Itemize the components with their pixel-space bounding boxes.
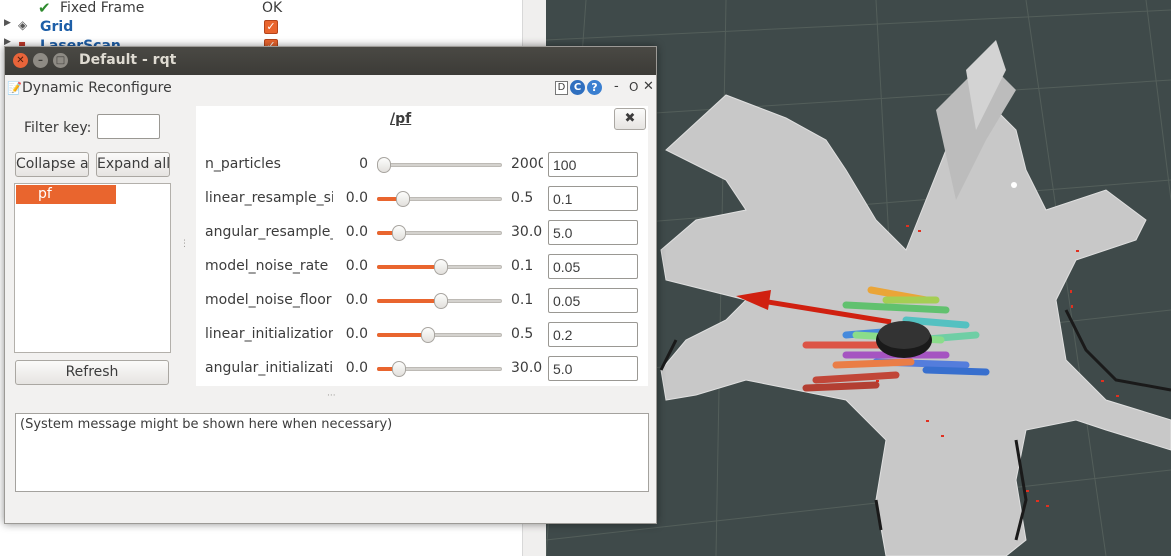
param-value-input[interactable] [548, 220, 638, 245]
param-row: n_particles 0 2000 [196, 152, 648, 178]
param-max: 0.1 [511, 258, 534, 274]
param-max: 0.1 [511, 292, 534, 308]
param-max: 0.5 [511, 190, 534, 206]
display-value: OK [262, 0, 283, 16]
close-window-icon[interactable]: ✕ [13, 53, 28, 68]
param-slider[interactable] [377, 293, 502, 309]
window-titlebar[interactable]: ✕ – □ Default - rqt [5, 47, 656, 75]
param-value-input[interactable] [548, 356, 638, 381]
param-value-input[interactable] [548, 186, 638, 211]
param-min: 0.0 [345, 292, 368, 308]
minimize-plugin-icon[interactable]: - [614, 79, 619, 94]
param-row: linear_resample_sigma 0.0 0.5 [196, 186, 648, 212]
param-row: model_noise_rate 0.0 0.1 [196, 254, 648, 280]
param-min: 0.0 [345, 190, 368, 206]
float-plugin-icon[interactable]: O [629, 80, 638, 94]
collapse-all-button[interactable]: Collapse all [15, 152, 89, 177]
param-max: 0.5 [511, 326, 534, 342]
display-label: Fixed Frame [60, 0, 145, 16]
node-parameter-panel: /pf ✖ n_particles 0 2000 linear_resample_si… [196, 106, 648, 386]
param-max: 2000 [511, 156, 543, 172]
plugin-title: Dynamic Reconfigure [22, 80, 172, 96]
param-row: linear_initialization_sigma 0.0 0.5 [196, 322, 648, 348]
param-value-input[interactable] [548, 322, 638, 347]
grid-enabled-checkbox[interactable]: ✓ [264, 20, 278, 34]
help-icon[interactable]: ? [587, 80, 602, 95]
param-name: angular_initialization_sigma [205, 360, 333, 376]
node-tree[interactable]: pf [14, 183, 171, 353]
param-max: 30.0 [511, 360, 543, 376]
param-value-input[interactable] [548, 152, 638, 177]
node-panel-title: /pf [390, 111, 412, 127]
expand-all-button[interactable]: Expand all [96, 152, 170, 177]
param-slider[interactable] [377, 157, 502, 173]
refresh-button[interactable]: Refresh [15, 360, 169, 385]
rqt-window: ✕ – □ Default - rqt 📝 Dynamic Reconfigur… [4, 46, 657, 524]
param-value-input[interactable] [548, 254, 638, 279]
system-message-box: (System message might be shown here when… [15, 413, 649, 492]
minimize-window-icon[interactable]: – [33, 53, 48, 68]
close-plugin-icon[interactable]: ✕ [643, 79, 654, 94]
display-row-grid[interactable]: ▶ ◈ Grid ✓ [0, 18, 522, 38]
param-name: model_noise_rate [205, 258, 329, 274]
param-name: angular_resample_sigma [205, 224, 333, 240]
node-item-pf[interactable]: pf [16, 185, 116, 204]
param-slider[interactable] [377, 259, 502, 275]
maximize-window-icon[interactable]: □ [53, 53, 68, 68]
param-slider[interactable] [377, 327, 502, 343]
slider-fill [377, 333, 427, 337]
param-min: 0.0 [345, 224, 368, 240]
plugin-icon: 📝 [7, 81, 22, 95]
param-slider[interactable] [377, 225, 502, 241]
param-name: linear_resample_sigma [205, 190, 333, 206]
display-row-fixed-frame[interactable]: ✔ Fixed Frame OK [0, 0, 522, 19]
slider-handle[interactable] [421, 327, 435, 343]
param-value-input[interactable] [548, 288, 638, 313]
slider-handle[interactable] [392, 225, 406, 241]
grid-icon: ◈ [18, 18, 28, 32]
param-slider[interactable] [377, 361, 502, 377]
filter-key-input[interactable] [97, 114, 160, 139]
display-label: Grid [40, 19, 74, 35]
close-node-button[interactable]: ✖ [614, 108, 646, 130]
param-name: linear_initialization_sigma [205, 326, 333, 342]
param-min: 0.0 [345, 360, 368, 376]
slider-handle[interactable] [396, 191, 410, 207]
param-min: 0.0 [345, 258, 368, 274]
expand-arrow-icon[interactable]: ▶ [4, 18, 11, 28]
filter-key-label: Filter key: [24, 120, 92, 136]
slider-handle[interactable] [392, 361, 406, 377]
slider-fill [377, 265, 440, 269]
window-title: Default - rqt [79, 52, 177, 68]
slider-fill [377, 299, 440, 303]
check-ok-icon: ✔ [38, 0, 51, 17]
param-min: 0.0 [345, 326, 368, 342]
splitter-handle-icon[interactable]: ··· [327, 391, 336, 401]
slider-handle[interactable] [377, 157, 391, 173]
slider-handle[interactable] [434, 293, 448, 309]
param-row: angular_resample_sigma 0.0 30.0 [196, 220, 648, 246]
param-row: model_noise_floor 0.0 0.1 [196, 288, 648, 314]
param-slider[interactable] [377, 191, 502, 207]
splitter-handle-icon[interactable]: ⋮ [180, 239, 189, 249]
param-name: model_noise_floor [205, 292, 332, 308]
param-max: 30.0 [511, 224, 543, 240]
reload-icon[interactable]: C [570, 80, 585, 95]
param-min: 0 [359, 156, 368, 172]
dynamic-reconfigure-icon[interactable]: D [555, 81, 568, 95]
param-row: angular_initialization_sigma 0.0 30.0 [196, 356, 648, 382]
slider-handle[interactable] [434, 259, 448, 275]
param-name: n_particles [205, 156, 281, 172]
